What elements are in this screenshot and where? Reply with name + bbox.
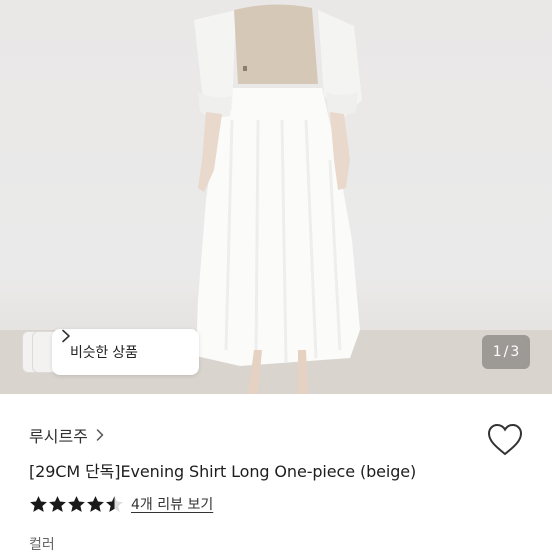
brand-name: 루시르주: [29, 427, 88, 446]
similar-products-label: 비슷한 상품: [70, 345, 138, 361]
product-title: [29CM 단독]Evening Shirt Long One-piece (b…: [29, 462, 417, 481]
option-label-color: 컬러: [29, 537, 55, 552]
heart-outline-icon: [487, 423, 523, 456]
page-separator: /: [503, 344, 509, 360]
product-detail-page: 비슷한 상품 1 / 3 루시르주 [29CM 단독]Evening Shirt…: [0, 0, 552, 552]
page-current: 1: [492, 344, 502, 360]
star-full-icon: [30, 495, 47, 512]
page-total: 3: [510, 344, 520, 360]
wishlist-button[interactable]: [487, 423, 523, 457]
rating-row: 4개 리뷰 보기: [29, 494, 213, 514]
review-link[interactable]: 4개 리뷰 보기: [131, 494, 213, 514]
rating-stars: [29, 495, 124, 514]
brand-link[interactable]: 루시르주: [29, 423, 104, 447]
star-full-icon: [49, 495, 66, 512]
similar-products-button[interactable]: 비슷한 상품: [52, 329, 199, 375]
image-page-indicator: 1 / 3: [482, 335, 530, 369]
star-full-icon: [87, 495, 104, 512]
similar-products-widget[interactable]: 비슷한 상품: [22, 329, 199, 375]
star-full-icon: [68, 495, 85, 512]
chevron-right-icon: [62, 329, 70, 343]
star-half-icon: [106, 495, 123, 512]
chevron-right-icon: [96, 429, 104, 441]
product-image[interactable]: 비슷한 상품 1 / 3: [0, 0, 552, 394]
